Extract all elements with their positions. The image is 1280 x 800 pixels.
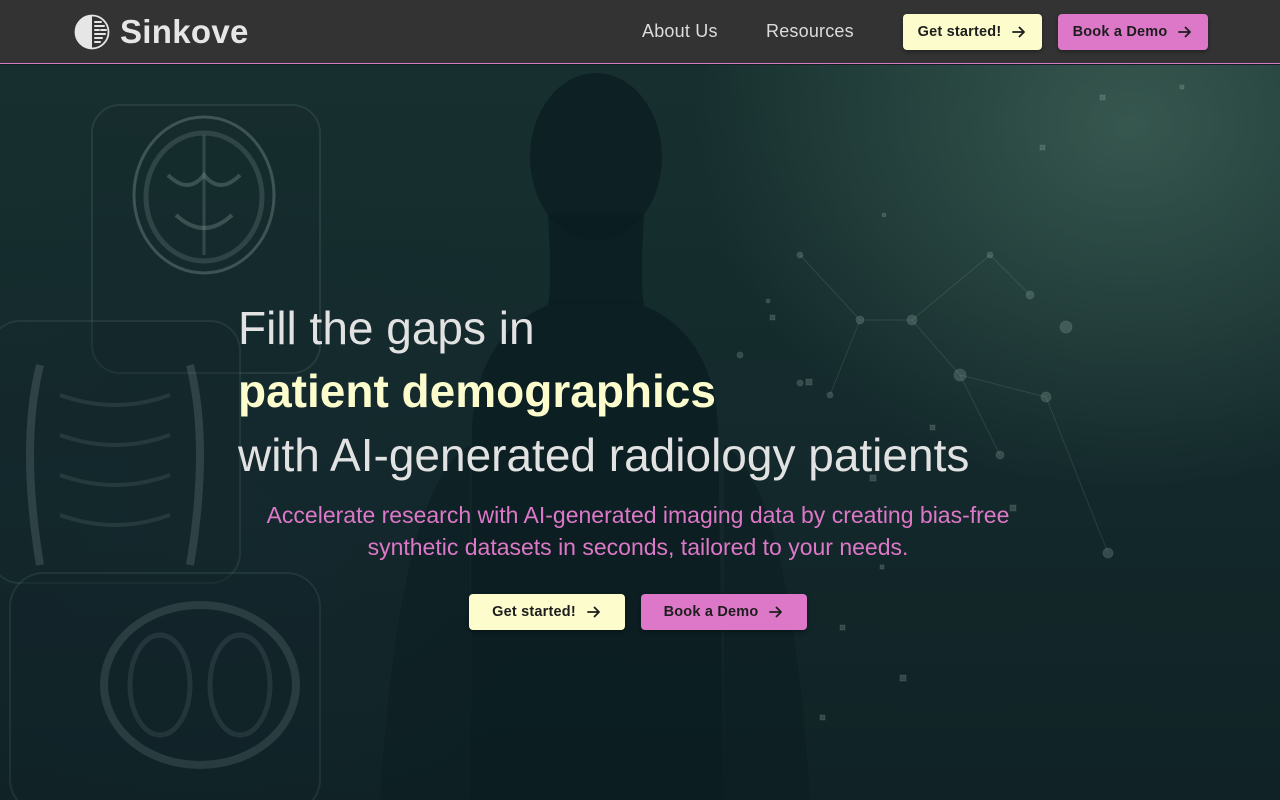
arrow-right-icon xyxy=(769,606,783,618)
hero-headline-line-1: Fill the gaps in xyxy=(238,302,535,354)
header-book-demo-label: Book a Demo xyxy=(1072,24,1168,40)
half-circle-dashed-logo-icon xyxy=(74,14,110,50)
header-get-started-label: Get started! xyxy=(917,24,1002,40)
arrow-right-icon xyxy=(1012,26,1026,38)
site-header: Sinkove About Us Resources Get started! … xyxy=(0,0,1280,64)
brand-logo[interactable]: Sinkove xyxy=(74,13,249,50)
hero-headline-highlight: patient demographics xyxy=(238,365,716,417)
arrow-right-icon xyxy=(586,606,600,618)
arrow-right-icon xyxy=(1178,26,1192,38)
hero-book-demo-label: Book a Demo xyxy=(663,604,759,620)
hero-book-demo-button[interactable]: Book a Demo xyxy=(641,594,807,630)
chest-xray-panel xyxy=(0,320,241,584)
nav-link-about-us[interactable]: About Us xyxy=(642,21,718,42)
hero-headline-line-3: with AI-generated radiology patients xyxy=(238,429,970,481)
header-get-started-button[interactable]: Get started! xyxy=(903,14,1042,50)
nav-link-resources[interactable]: Resources xyxy=(766,21,854,42)
hero-subtext: Accelerate research with AI-generated im… xyxy=(266,502,1010,560)
ct-scan-panel xyxy=(9,572,321,800)
brand-name: Sinkove xyxy=(120,13,249,50)
hero-get-started-label: Get started! xyxy=(492,604,576,620)
hero-section: Fill the gaps in patient demographics wi… xyxy=(0,65,1280,800)
header-book-demo-button[interactable]: Book a Demo xyxy=(1058,14,1208,50)
hero-get-started-button[interactable]: Get started! xyxy=(469,594,625,630)
